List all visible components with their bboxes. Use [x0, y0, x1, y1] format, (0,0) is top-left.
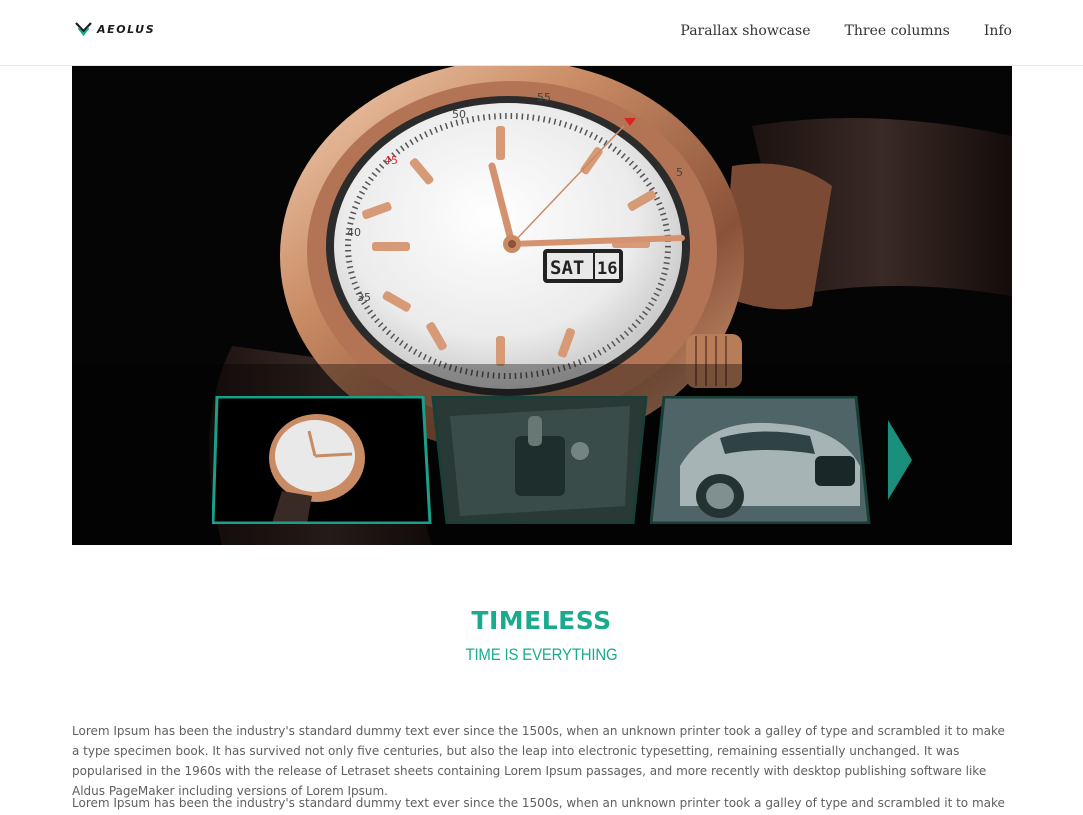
watch-number-40: 40: [347, 226, 361, 239]
site-header: AEOLUS Parallax showcase Three columns I…: [0, 0, 1083, 66]
section-subtitle: TIME IS EVERYTHING: [465, 645, 618, 664]
nav-three-columns[interactable]: Three columns: [845, 23, 950, 39]
slide-thumb-watch[interactable]: [212, 396, 432, 524]
nav-info[interactable]: Info: [984, 23, 1012, 39]
watch-number-55: 55: [537, 91, 551, 104]
body-paragraph-2: Lorem Ipsum has been the industry's stan…: [72, 796, 1005, 810]
watch-number-45: 45: [384, 154, 398, 167]
body-paragraph-1: Lorem Ipsum has been the industry's stan…: [72, 724, 1005, 798]
watch-number-35: 35: [357, 291, 371, 304]
logo-text: AEOLUS: [97, 22, 156, 36]
logo[interactable]: AEOLUS: [75, 22, 155, 36]
watch-day-label: SAT: [550, 257, 584, 279]
watch-date-label: 16: [597, 259, 617, 279]
section-title: TIMELESS: [471, 606, 612, 635]
main-nav: Parallax showcase Three columns Info: [680, 23, 1012, 39]
hero-slider: 55 50 45 40 35 5 SAT 16: [72, 46, 1012, 545]
watch-number-5: 5: [676, 166, 683, 179]
slide-thumb-car[interactable]: [650, 396, 872, 524]
slider-next-arrow-icon[interactable]: [888, 420, 914, 500]
watch-number-50: 50: [452, 108, 466, 121]
slide-thumb-car-interior[interactable]: [430, 396, 650, 524]
intro-section: TIMELESS TIME IS EVERYTHING: [0, 606, 1083, 665]
logo-chevron-icon: [75, 22, 92, 36]
nav-parallax-showcase[interactable]: Parallax showcase: [680, 23, 810, 39]
